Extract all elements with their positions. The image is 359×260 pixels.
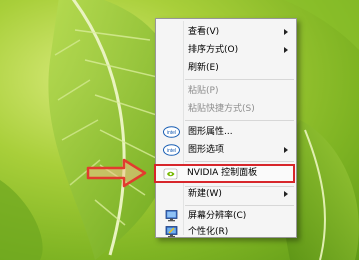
menu-item-personalize[interactable]: 个性化(R) [158,223,294,241]
menu-item-label: NVIDIA 控制面板 [187,168,258,178]
menu-item-label: 刷新(E) [188,63,219,73]
menu-item-refresh[interactable]: 刷新(E) [158,59,294,77]
submenu-arrow-icon [284,29,288,35]
menu-item-paste[interactable]: 粘贴(P) [158,82,294,100]
intel-graphics-icon: intel [163,144,180,156]
svg-text:intel: intel [167,148,176,154]
menu-separator [185,205,294,206]
submenu-arrow-icon [284,191,288,197]
menu-separator [185,120,294,121]
submenu-arrow-icon [284,47,288,53]
menu-item-view[interactable]: 查看(V) [158,23,294,41]
menu-item-label: 排序方式(O) [188,45,239,55]
pointer-arrow-annotation [86,158,147,188]
menu-item-label: 新建(W) [188,189,222,199]
submenu-arrow-icon [284,147,288,153]
svg-text:intel: intel [167,130,176,136]
intel-graphics-icon: intel [163,126,180,138]
menu-item-nvidia-control-panel[interactable]: NVIDIA 控制面板 [154,164,295,183]
desktop-context-menu: 查看(V) 排序方式(O) 刷新(E) 粘贴(P) 粘贴快捷方式(S) inte… [154,18,297,241]
menu-item-graphics-options[interactable]: intel 图形选项 [158,141,294,159]
menu-separator [185,79,294,80]
menu-item-label: 图形属性... [188,127,233,137]
nvidia-icon [163,168,178,180]
menu-item-graphics-properties[interactable]: intel 图形属性... [158,123,294,141]
display-icon [165,210,178,222]
menu-item-label: 查看(V) [188,27,220,37]
menu-separator [185,161,294,162]
menu-item-label: 粘贴(P) [188,86,219,96]
menu-item-label: 图形选项 [188,145,225,155]
menu-item-label: 粘贴快捷方式(S) [188,104,255,114]
menu-item-new[interactable]: 新建(W) [158,185,294,203]
menu-item-paste-shortcut[interactable]: 粘贴快捷方式(S) [158,100,294,118]
menu-item-label: 个性化(R) [188,227,229,237]
personalize-icon [165,226,178,238]
menu-item-sort-by[interactable]: 排序方式(O) [158,41,294,59]
